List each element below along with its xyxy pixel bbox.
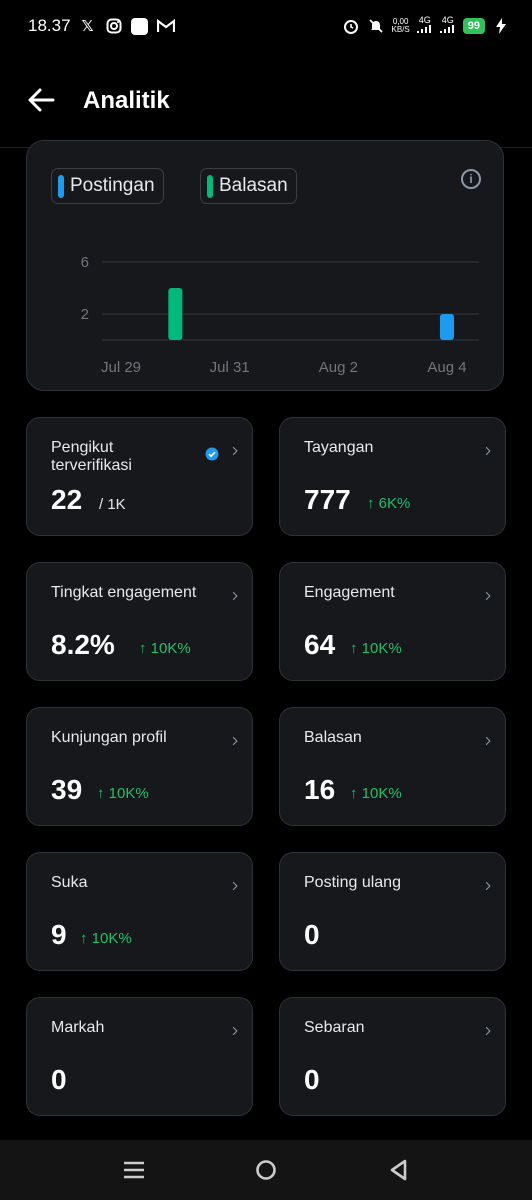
stat-card[interactable]: Engagement 64 ↑ 10K%	[279, 562, 506, 681]
legend-balasan[interactable]: Balasan	[200, 168, 297, 204]
chevron-right-icon	[232, 1026, 238, 1036]
legend-swatch	[207, 174, 213, 198]
stat-label: Sebaran	[304, 1019, 365, 1036]
battery-indicator: 99	[462, 17, 485, 34]
app-header: Analitik	[0, 58, 532, 144]
x-tick-label: Jul 31	[210, 359, 250, 376]
legend-label: Balasan	[219, 175, 288, 196]
stat-label: Tingkat engagement	[51, 584, 197, 601]
stat-card[interactable]: Pengikut terverifikasi 22 / 1K	[26, 417, 253, 536]
chevron-right-icon	[485, 736, 491, 746]
info-icon[interactable]: i	[461, 169, 481, 189]
x-tick-label: Jul 29	[101, 359, 141, 376]
y-tick-label: 2	[81, 306, 89, 323]
stat-delta: ↑ 10K%	[350, 640, 402, 657]
stat-delta: ↑ 6K%	[367, 495, 411, 512]
stat-label: Suka	[51, 874, 88, 891]
stat-value: 64	[304, 629, 336, 660]
x-tick-label: Aug 2	[319, 359, 358, 376]
chart-bar[interactable]	[440, 314, 454, 340]
stat-label: Balasan	[304, 729, 362, 746]
y-tick-label: 6	[81, 254, 89, 271]
stat-value: 22	[51, 484, 83, 515]
legend-swatch	[58, 174, 64, 198]
page-title: Analitik	[83, 87, 170, 114]
chart-bar[interactable]	[168, 288, 183, 340]
chevron-right-icon	[485, 446, 491, 456]
charging-icon	[492, 17, 510, 35]
legend-label: Postingan	[70, 175, 155, 196]
stat-label: Kunjungan profil	[51, 729, 167, 746]
stat-label: Pengikut terverifikasi	[51, 439, 132, 474]
status-time: 18.37	[28, 16, 71, 35]
stat-value: 16	[304, 774, 336, 805]
triangle-back-icon	[390, 1159, 407, 1181]
mute-icon	[367, 17, 385, 35]
stat-value: 8.2%	[51, 629, 115, 660]
stat-value: 9	[51, 919, 67, 950]
gmail-icon	[156, 17, 175, 35]
chevron-right-icon	[232, 446, 238, 456]
stat-label: Tayangan	[304, 439, 374, 456]
stat-value: 777	[304, 484, 351, 515]
verified-badge-icon	[205, 447, 219, 461]
back-button[interactable]	[26, 86, 56, 114]
alarm-icon	[342, 17, 360, 35]
chevron-right-icon	[485, 591, 491, 601]
home-icon	[256, 1160, 276, 1180]
stat-card[interactable]: Sebaran 0	[279, 997, 506, 1116]
stat-card[interactable]: Posting ulang 0	[279, 852, 506, 971]
stat-card[interactable]: Tingkat engagement 8.2% ↑ 10K%	[26, 562, 253, 681]
app-icon	[131, 17, 149, 35]
stat-label: Engagement	[304, 584, 395, 601]
arrow-left-icon	[28, 88, 55, 112]
chevron-right-icon	[232, 736, 238, 746]
menu-button[interactable]	[119, 1156, 149, 1184]
menu-icon	[124, 1161, 144, 1179]
stat-delta: ↑ 10K%	[350, 785, 402, 802]
stat-sub: / 1K	[99, 496, 126, 513]
stat-value: 0	[304, 919, 320, 950]
stat-card[interactable]: Suka 9 ↑ 10K%	[26, 852, 253, 971]
status-bar: 18.37 𝕏 0,00 KB/S 4G 4G 99	[0, 0, 532, 58]
stat-card[interactable]: Tayangan 777 ↑ 6K%	[279, 417, 506, 536]
legend-postingan[interactable]: Postingan	[51, 168, 164, 204]
stat-value: 39	[51, 774, 83, 805]
x-icon: 𝕏	[81, 18, 94, 35]
stat-value: 0	[304, 1064, 320, 1095]
recents-back-button[interactable]	[384, 1156, 414, 1184]
chevron-right-icon	[485, 881, 491, 891]
stat-label: Posting ulang	[304, 874, 401, 891]
stat-card[interactable]: Balasan 16 ↑ 10K%	[279, 707, 506, 826]
chevron-right-icon	[232, 591, 238, 601]
stat-delta: ↑ 10K%	[97, 785, 149, 802]
network-speed: 0,00 KB/S	[391, 16, 410, 34]
chevron-right-icon	[232, 881, 238, 891]
home-button[interactable]	[251, 1156, 281, 1184]
signal-icon: 4G	[439, 16, 456, 35]
signal-icon: 4G	[416, 16, 433, 35]
chevron-right-icon	[485, 1026, 491, 1036]
stat-delta: ↑ 10K%	[80, 930, 132, 947]
system-nav-bar	[0, 1140, 532, 1200]
x-tick-label: Aug 4	[427, 359, 466, 376]
stat-value: 0	[51, 1064, 67, 1095]
stat-card[interactable]: Markah 0	[26, 997, 253, 1116]
stat-label: Markah	[51, 1019, 105, 1036]
instagram-icon	[105, 17, 123, 35]
chart-card: 2 6 Jul 29 Jul 31 Aug 2 Aug 4 Postingan Balas…	[26, 140, 504, 391]
stat-delta: ↑ 10K%	[139, 640, 191, 657]
stat-card[interactable]: Kunjungan profil 39 ↑ 10K%	[26, 707, 253, 826]
